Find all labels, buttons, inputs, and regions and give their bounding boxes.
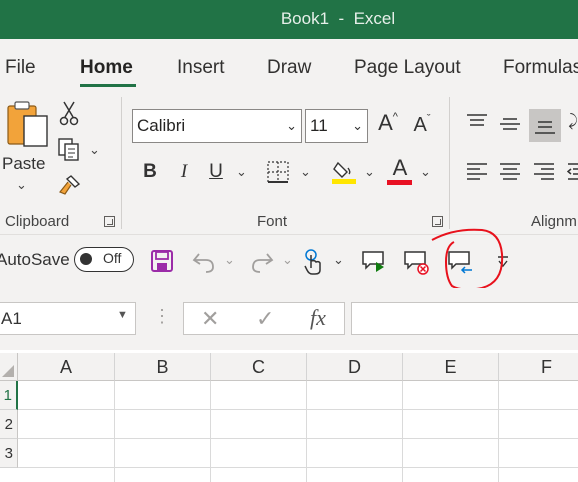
- cancel-icon[interactable]: ✕: [201, 306, 219, 332]
- clipboard-dialog-launcher-icon[interactable]: [104, 216, 115, 227]
- column-header-d[interactable]: D: [307, 353, 403, 381]
- chevron-down-icon[interactable]: ▼: [117, 309, 128, 321]
- tab-insert[interactable]: Insert: [177, 57, 225, 79]
- toggle-knob: [80, 253, 92, 265]
- font-size-value: 11: [310, 116, 328, 135]
- name-box[interactable]: A1 ▼: [0, 302, 136, 335]
- italic-button[interactable]: I: [172, 158, 196, 186]
- paste-icon[interactable]: [2, 100, 50, 152]
- paste-dropdown-chevron-icon[interactable]: ⌄: [16, 177, 27, 193]
- font-color-icon[interactable]: A: [386, 154, 414, 182]
- clipboard-group-label: Clipboard: [5, 213, 70, 230]
- formula-input[interactable]: [351, 302, 578, 335]
- fill-color-icon[interactable]: [330, 156, 358, 186]
- tab-file[interactable]: File: [5, 57, 36, 79]
- annotation-circle: [431, 228, 504, 291]
- chevron-down-icon[interactable]: ⌄: [352, 110, 363, 142]
- start-slideshow-icon[interactable]: [360, 248, 388, 276]
- top-align-icon[interactable]: [464, 110, 490, 134]
- column-header-f[interactable]: F: [499, 353, 578, 381]
- group-separator: [449, 97, 450, 229]
- orientation-icon[interactable]: ⤸: [566, 108, 578, 136]
- bold-button[interactable]: B: [138, 158, 162, 186]
- align-left-icon[interactable]: [464, 160, 490, 184]
- column-header-b[interactable]: B: [115, 353, 211, 381]
- row-header-1[interactable]: 1: [0, 381, 18, 410]
- center-icon[interactable]: [497, 160, 523, 184]
- underline-dropdown-chevron-icon[interactable]: ⌄: [236, 164, 247, 180]
- gridline: [18, 467, 578, 468]
- font-color-swatch: [387, 180, 412, 185]
- font-name-combo[interactable]: Calibri ⌄: [132, 109, 302, 143]
- alignment-group-label: Alignm: [531, 213, 577, 230]
- row-header-3[interactable]: 3: [0, 439, 18, 468]
- paste-label[interactable]: Paste: [2, 154, 45, 174]
- tab-draw[interactable]: Draw: [267, 57, 311, 79]
- format-painter-icon[interactable]: [56, 172, 84, 196]
- decrease-indent-icon[interactable]: [566, 160, 578, 184]
- touch-mode-dropdown-chevron-icon[interactable]: ⌄: [333, 252, 344, 268]
- font-name-value: Calibri: [137, 116, 186, 135]
- gridline: [18, 409, 578, 410]
- borders-dropdown-chevron-icon[interactable]: ⌄: [300, 164, 311, 180]
- group-separator: [121, 97, 122, 229]
- formula-bar-resize-handle[interactable]: ⋮: [153, 306, 171, 327]
- redo-dropdown-chevron-icon[interactable]: ⌄: [282, 252, 293, 268]
- fill-color-dropdown-chevron-icon[interactable]: ⌄: [364, 164, 375, 180]
- tab-formulas[interactable]: Formulas: [503, 57, 578, 79]
- row-header-2[interactable]: 2: [0, 410, 18, 439]
- autosave-label: AutoSave: [0, 250, 70, 269]
- save-icon[interactable]: [149, 248, 175, 274]
- font-color-dropdown-chevron-icon[interactable]: ⌄: [420, 164, 431, 180]
- select-all-corner[interactable]: [0, 353, 18, 381]
- font-size-combo[interactable]: 11 ⌄: [305, 109, 368, 143]
- active-tab-indicator: [80, 84, 136, 87]
- window-title: Book1 - Excel: [280, 9, 396, 28]
- column-header-c[interactable]: C: [211, 353, 307, 381]
- column-header-e[interactable]: E: [403, 353, 499, 381]
- undo-icon[interactable]: [190, 248, 218, 276]
- autosave-state: Off: [103, 250, 122, 266]
- autosave-toggle[interactable]: Off: [74, 247, 134, 272]
- redo-icon[interactable]: [248, 248, 276, 276]
- gridline: [18, 438, 578, 439]
- column-header-a[interactable]: A: [18, 353, 115, 381]
- cut-icon[interactable]: [58, 100, 80, 126]
- increase-font-size-icon[interactable]: A ^: [374, 108, 402, 138]
- tab-home[interactable]: Home: [80, 57, 133, 79]
- bottom-align-icon[interactable]: [529, 109, 561, 142]
- name-box-value: A1: [1, 309, 22, 328]
- font-group-label: Font: [257, 213, 288, 230]
- borders-icon[interactable]: [264, 158, 292, 186]
- underline-button[interactable]: U: [204, 158, 228, 186]
- enter-icon[interactable]: ✓: [256, 306, 274, 332]
- touch-mode-icon[interactable]: [300, 248, 326, 276]
- undo-dropdown-chevron-icon[interactable]: ⌄: [224, 252, 235, 268]
- formula-buttons: ✕ ✓ fx: [183, 302, 345, 335]
- middle-align-icon[interactable]: [497, 112, 523, 136]
- chevron-down-icon[interactable]: ⌄: [286, 110, 297, 142]
- align-right-icon[interactable]: [531, 160, 557, 184]
- insert-function-icon[interactable]: fx: [310, 305, 326, 331]
- tab-page-layout[interactable]: Page Layout: [354, 57, 461, 79]
- copy-icon[interactable]: [56, 136, 84, 162]
- decrease-font-size-icon[interactable]: Aˇ: [408, 110, 436, 140]
- copy-dropdown-chevron-icon[interactable]: ⌄: [89, 142, 100, 158]
